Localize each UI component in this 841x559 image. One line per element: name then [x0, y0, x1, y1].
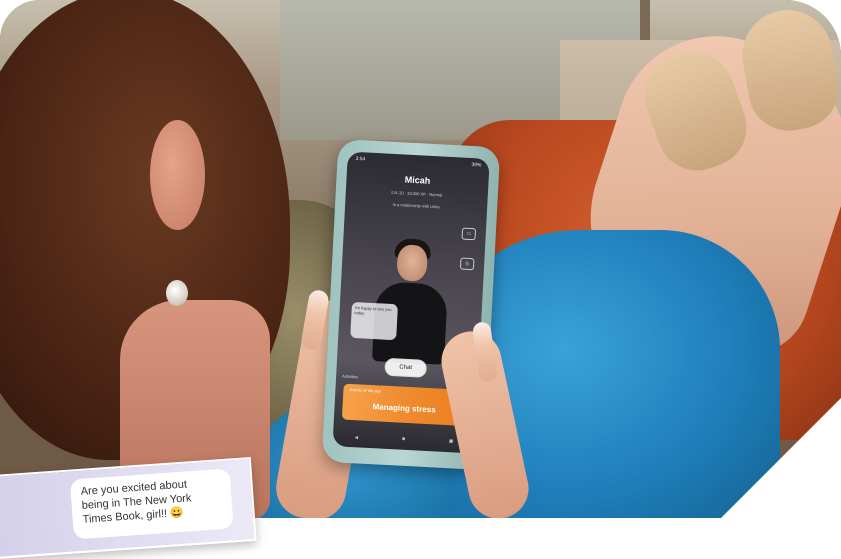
banner-title: Managing stress	[372, 402, 436, 415]
chat-message-bubble: Are you excited about being in The New Y…	[69, 468, 234, 540]
nav-recents-icon[interactable]: ■	[449, 438, 454, 446]
chat-message-card: Are you excited about being in The New Y…	[0, 456, 257, 559]
android-navbar: ◂ ● ■	[333, 432, 475, 447]
memories-icon[interactable]: ◎	[459, 257, 475, 271]
woman-ear	[150, 120, 205, 230]
chat-button[interactable]: Chat	[384, 357, 428, 378]
status-time: 3:54	[355, 155, 366, 163]
relationship-status: In a relationship with Libby	[392, 201, 440, 210]
nav-home-icon[interactable]: ●	[401, 436, 406, 444]
status-battery: 39%	[471, 161, 482, 169]
store-icon[interactable]: ▭	[461, 227, 477, 241]
avatar-head	[396, 244, 429, 282]
avatar-speech-bubble: I'm happy to see you today	[350, 301, 398, 341]
banner-subtitle: Activity of the day	[349, 386, 381, 394]
pearl-earring	[166, 280, 188, 306]
activities-label[interactable]: Activities	[342, 373, 358, 379]
nav-back-icon[interactable]: ◂	[354, 433, 358, 441]
status-bar: 3:54 39%	[347, 155, 489, 169]
level-info: LVL 20 · 33,000 XP · Normal	[391, 189, 443, 198]
corner-wedge	[721, 398, 841, 518]
photo: 3:54 39% Micah LVL 20 · 33,000 XP · Norm…	[0, 0, 841, 518]
companion-name: Micah	[404, 174, 431, 186]
